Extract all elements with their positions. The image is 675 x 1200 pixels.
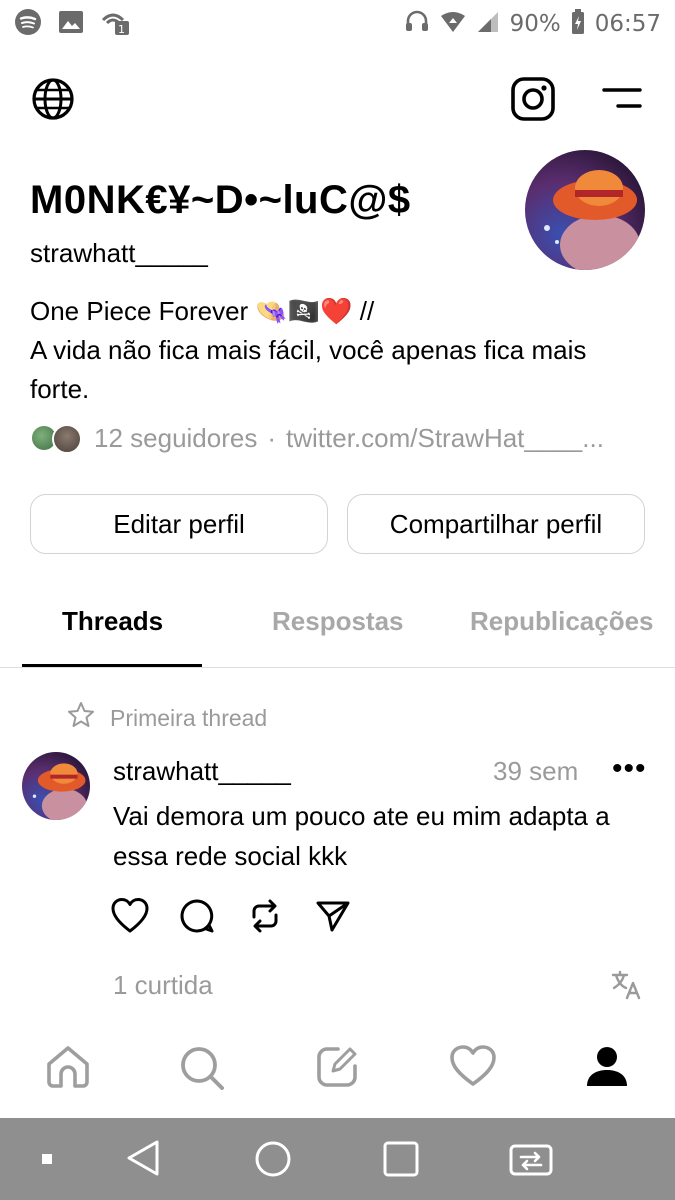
recents-icon[interactable] [382,1140,420,1183]
home-button-icon[interactable] [254,1140,292,1183]
profile-link[interactable]: twitter.com/StrawHat____... [286,423,604,454]
compose-icon[interactable] [314,1044,360,1095]
system-nav-bar [0,1118,675,1200]
post-username[interactable]: strawhatt_____ [113,756,291,787]
wifi-calling-icon: 1 [100,8,130,41]
translate-icon[interactable] [610,968,644,1007]
post-actions [110,894,382,938]
headset-icon [404,9,430,40]
post-timestamp: 39 sem [493,756,579,786]
globe-icon[interactable] [30,76,76,127]
tab-threads[interactable]: Threads [62,606,163,637]
comment-icon[interactable] [178,894,246,938]
bio-line: One Piece Forever 👒🏴‍☠️❤️ // [30,296,375,326]
tab-replies[interactable]: Respostas [272,606,404,637]
profile-tabs: Threads Respostas Republicações [0,590,675,668]
followers-count[interactable]: 12 seguidores [94,423,257,454]
profile-display-name: M0NK€¥~D•~luC@$ [30,178,411,222]
svg-text:1: 1 [118,23,125,36]
pinned-text: Primeira thread [110,704,268,731]
followers-row: 12 seguidores · twitter.com/StrawHat____… [30,420,650,456]
post-text-line: Vai demora um pouco ate eu mim adapta a [113,801,610,831]
switch-app-icon[interactable] [508,1140,554,1183]
menu-icon[interactable] [600,84,644,119]
star-icon [66,700,96,736]
edit-profile-button[interactable]: Editar perfil [30,494,328,554]
bottom-nav [0,1030,675,1116]
instagram-icon[interactable] [510,76,556,127]
clock: 06:57 [594,11,661,37]
pinned-label: Primeira thread [66,700,267,736]
profile-handle: strawhatt_____ [30,238,208,268]
follower-avatar [52,424,82,454]
post-avatar[interactable] [22,752,90,820]
wifi-icon [440,11,466,38]
status-bar: 1 90% 06:57 [0,0,675,48]
profile-icon[interactable] [584,1044,630,1095]
battery-percent: 90% [509,11,561,37]
profile-bio: One Piece Forever 👒🏴‍☠️❤️ // A vida não … [30,292,650,409]
share-profile-button[interactable]: Compartilhar perfil [347,494,645,554]
heart-icon[interactable] [110,894,178,938]
more-options-button[interactable]: ••• [612,752,647,786]
avatar[interactable] [525,150,645,270]
back-icon[interactable] [124,1138,162,1183]
repost-icon[interactable] [246,894,314,938]
search-icon[interactable] [178,1044,226,1097]
bio-line: forte. [30,374,90,404]
tab-reposts[interactable]: Republicações [470,606,654,637]
send-icon[interactable] [314,894,382,938]
home-icon[interactable] [44,1044,92,1095]
post-text-line: essa rede social kkk [113,841,348,871]
separator: · [267,422,277,453]
signal-icon [476,10,500,39]
follower-avatars[interactable] [30,422,84,454]
image-icon [58,10,84,39]
spotify-icon [14,8,42,41]
likes-count[interactable]: 1 curtida [113,970,213,1001]
bio-line: A vida não fica mais fácil, você apenas … [30,335,587,365]
top-bar [0,70,675,130]
battery-icon [571,8,585,40]
post-text: Vai demora um pouco ate eu mim adapta a … [113,796,658,876]
active-tab-indicator [22,664,202,667]
activity-heart-icon[interactable] [449,1044,497,1093]
dot-icon [40,1152,54,1171]
